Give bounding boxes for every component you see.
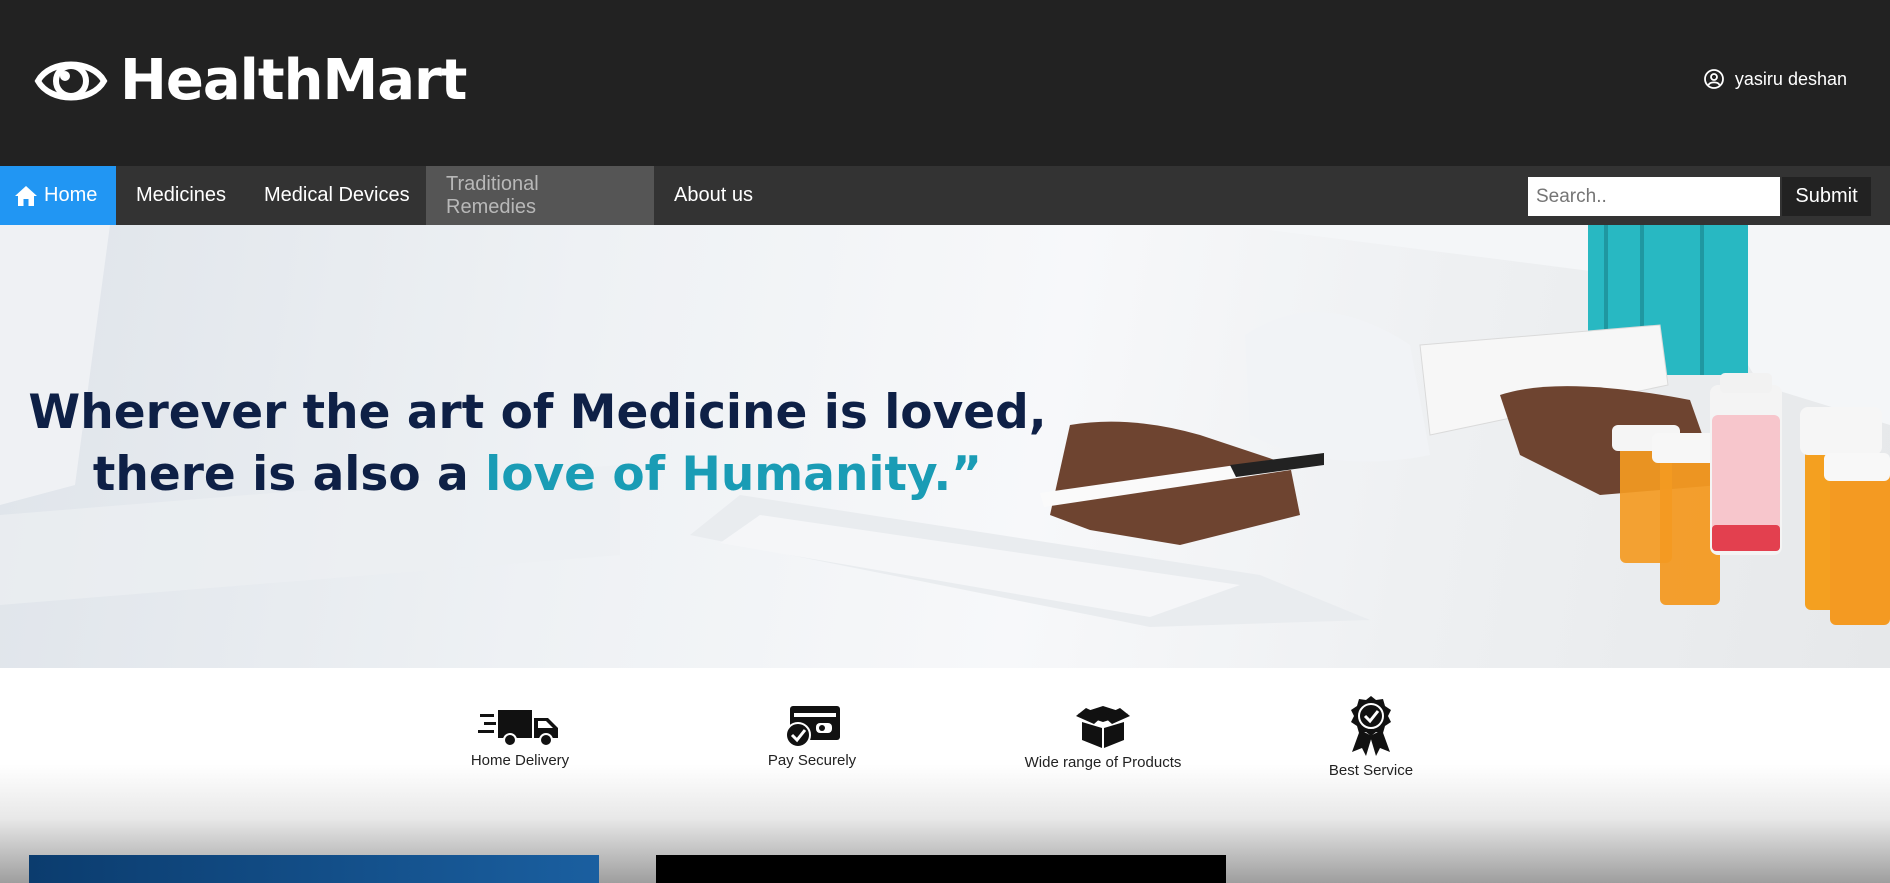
promo-card-black[interactable] — [656, 855, 1226, 883]
hero-quote: Wherever the art of Medicine is loved, t… — [0, 382, 1075, 506]
truck-icon — [478, 710, 558, 747]
user-circle-icon — [1704, 69, 1724, 89]
home-icon — [15, 185, 37, 206]
nav-about-us[interactable]: About us — [654, 166, 773, 225]
box-icon — [1076, 706, 1130, 748]
features-section: Home Delivery Pay Securely Wide range of… — [0, 668, 1890, 883]
user-name: yasiru deshan — [1734, 68, 1847, 89]
user-account[interactable]: yasiru deshan — [1703, 68, 1847, 90]
feature-label: Wide range of Products — [1024, 754, 1182, 771]
eye-icon — [34, 61, 108, 100]
nav-home[interactable]: Home — [0, 166, 116, 225]
promo-card-blue[interactable] — [29, 855, 599, 883]
quote-line-1: Wherever the art of Medicine is loved, — [28, 385, 1047, 440]
feature-home-delivery: Home Delivery — [440, 706, 600, 770]
quote-line-2: there is also a love of Humanity.” — [0, 444, 1075, 506]
feature-label: Pay Securely — [767, 752, 857, 769]
nav-medical-devices[interactable]: Medical Devices — [244, 166, 430, 225]
hero-banner: Wherever the art of Medicine is loved, t… — [0, 225, 1890, 668]
card-check-icon — [785, 706, 840, 748]
feature-pay-securely: Pay Securely — [732, 704, 892, 770]
award-badge-icon — [1351, 696, 1391, 756]
logo[interactable]: HealthMart — [34, 48, 467, 113]
feature-best-service: Best Service — [1291, 694, 1451, 780]
brand-name: HealthMart — [120, 48, 467, 113]
site-header: HealthMart yasiru deshan — [0, 0, 1890, 166]
feature-wide-range: Wide range of Products — [1023, 704, 1183, 772]
search-submit-button[interactable]: Submit — [1782, 177, 1871, 216]
nav-home-label: Home — [44, 184, 98, 206]
quote-line-2-prefix: there is also a — [92, 447, 486, 502]
quote-accent: love of Humanity.” — [485, 447, 983, 502]
search-input[interactable] — [1528, 177, 1780, 216]
nav-medicines[interactable]: Medicines — [116, 166, 246, 225]
feature-label: Home Delivery — [470, 752, 570, 769]
nav-traditional-remedies[interactable]: Traditional Remedies — [426, 166, 654, 225]
feature-label: Best Service — [1328, 762, 1414, 779]
